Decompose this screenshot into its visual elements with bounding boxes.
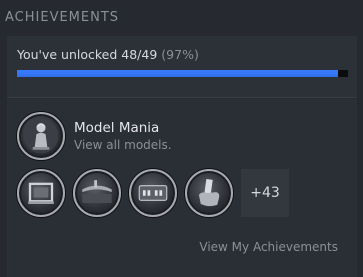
view-my-achievements-link[interactable]: View My Achievements (199, 240, 338, 254)
more-achievements-button[interactable]: +43 (241, 169, 289, 217)
achievements-widget: ACHIEVEMENTS You've unlocked 48/49 (97%)… (0, 0, 363, 277)
achievement-description: View all models. (74, 138, 172, 152)
progress-bar-fill (17, 70, 339, 77)
achievement-title: Model Mania (74, 120, 160, 136)
achievement-panel: Model Mania View all models. +43 View My… (7, 99, 357, 277)
submarine-icon[interactable] (73, 169, 121, 217)
progress-percent: (97%) (161, 47, 199, 62)
digital-clock-icon[interactable] (129, 169, 177, 217)
progress-panel: You've unlocked 48/49 (97%) (7, 36, 357, 98)
hand-card-icon[interactable] (185, 169, 233, 217)
picture-frame-icon[interactable] (17, 169, 65, 217)
model-figure-icon[interactable] (17, 112, 65, 160)
progress-text: You've unlocked 48/49 (97%) (17, 47, 199, 62)
progress-bar (17, 70, 348, 77)
section-header: ACHIEVEMENTS (5, 10, 120, 25)
progress-count: You've unlocked 48/49 (17, 47, 158, 62)
